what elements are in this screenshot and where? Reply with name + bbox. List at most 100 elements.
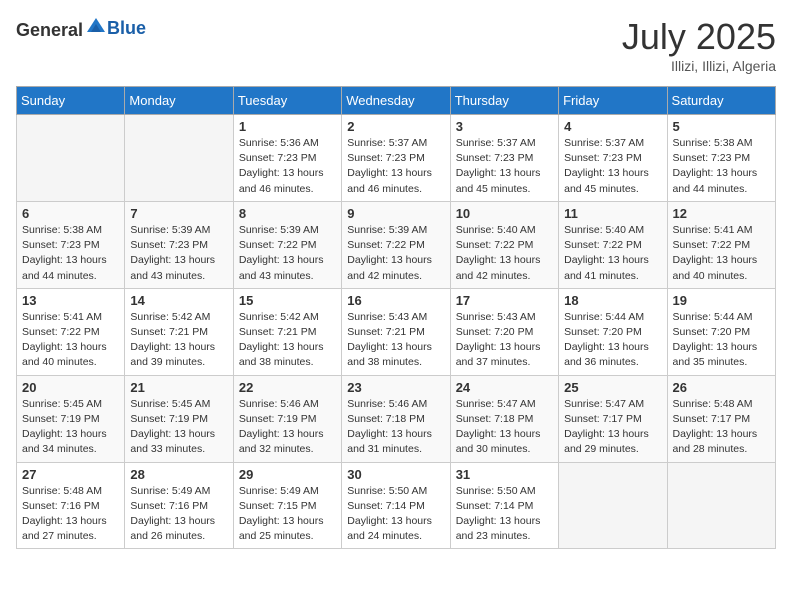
- day-number: 29: [239, 467, 336, 482]
- calendar-header-tuesday: Tuesday: [233, 87, 341, 115]
- calendar-cell: 9 Sunrise: 5:39 AM Sunset: 7:22 PM Daylig…: [342, 201, 450, 288]
- day-number: 5: [673, 119, 770, 134]
- day-number: 20: [22, 380, 119, 395]
- location: Illizi, Illizi, Algeria: [622, 58, 776, 74]
- day-info: Sunrise: 5:48 AM Sunset: 7:16 PM Dayligh…: [22, 484, 119, 545]
- calendar-table: SundayMondayTuesdayWednesdayThursdayFrid…: [16, 86, 776, 549]
- calendar-cell: 13 Sunrise: 5:41 AM Sunset: 7:22 PM Dayli…: [17, 288, 125, 375]
- day-info: Sunrise: 5:49 AM Sunset: 7:16 PM Dayligh…: [130, 484, 227, 545]
- calendar-cell: 25 Sunrise: 5:47 AM Sunset: 7:17 PM Dayli…: [559, 375, 667, 462]
- day-number: 23: [347, 380, 444, 395]
- day-info: Sunrise: 5:42 AM Sunset: 7:21 PM Dayligh…: [130, 310, 227, 371]
- day-info: Sunrise: 5:46 AM Sunset: 7:19 PM Dayligh…: [239, 397, 336, 458]
- day-info: Sunrise: 5:50 AM Sunset: 7:14 PM Dayligh…: [456, 484, 553, 545]
- calendar-cell: 10Sunrise: 5:40 AM Sunset: 7:22 PM Dayli…: [450, 201, 558, 288]
- calendar-week-row: 6Sunrise: 5:38 AM Sunset: 7:23 PM Daylig…: [17, 201, 776, 288]
- calendar-cell: [125, 115, 233, 202]
- day-number: 19: [673, 293, 770, 308]
- calendar-header-friday: Friday: [559, 87, 667, 115]
- day-number: 1: [239, 119, 336, 134]
- calendar-cell: 19 Sunrise: 5:44 AM Sunset: 7:20 PM Dayli…: [667, 288, 775, 375]
- day-info: Sunrise: 5:37 AM Sunset: 7:23 PM Dayligh…: [347, 136, 444, 197]
- day-number: 17: [456, 293, 553, 308]
- calendar-header-saturday: Saturday: [667, 87, 775, 115]
- day-number: 9: [347, 206, 444, 221]
- calendar-cell: 26 Sunrise: 5:48 AM Sunset: 7:17 PM Dayli…: [667, 375, 775, 462]
- day-number: 10: [456, 206, 553, 221]
- calendar-header-monday: Monday: [125, 87, 233, 115]
- title-block: July 2025 Illizi, Illizi, Algeria: [622, 16, 776, 74]
- day-info: Sunrise: 5:40 AM Sunset: 7:22 PM Dayligh…: [564, 223, 661, 284]
- calendar-cell: 2 Sunrise: 5:37 AM Sunset: 7:23 PM Daylig…: [342, 115, 450, 202]
- calendar-cell: 5 Sunrise: 5:38 AM Sunset: 7:23 PM Daylig…: [667, 115, 775, 202]
- day-number: 28: [130, 467, 227, 482]
- calendar-cell: 11 Sunrise: 5:40 AM Sunset: 7:22 PM Dayli…: [559, 201, 667, 288]
- day-info: Sunrise: 5:38 AM Sunset: 7:23 PM Dayligh…: [22, 223, 119, 284]
- calendar-cell: 14 Sunrise: 5:42 AM Sunset: 7:21 PM Dayli…: [125, 288, 233, 375]
- day-number: 22: [239, 380, 336, 395]
- calendar-week-row: 27Sunrise: 5:48 AM Sunset: 7:16 PM Dayli…: [17, 462, 776, 549]
- day-info: Sunrise: 5:38 AM Sunset: 7:23 PM Dayligh…: [673, 136, 770, 197]
- day-number: 13: [22, 293, 119, 308]
- day-number: 15: [239, 293, 336, 308]
- calendar-cell: [17, 115, 125, 202]
- day-number: 16: [347, 293, 444, 308]
- day-info: Sunrise: 5:48 AM Sunset: 7:17 PM Dayligh…: [673, 397, 770, 458]
- day-number: 2: [347, 119, 444, 134]
- day-info: Sunrise: 5:45 AM Sunset: 7:19 PM Dayligh…: [130, 397, 227, 458]
- day-number: 30: [347, 467, 444, 482]
- logo: General Blue: [16, 16, 146, 41]
- calendar-header-row: SundayMondayTuesdayWednesdayThursdayFrid…: [17, 87, 776, 115]
- day-info: Sunrise: 5:39 AM Sunset: 7:22 PM Dayligh…: [239, 223, 336, 284]
- day-info: Sunrise: 5:49 AM Sunset: 7:15 PM Dayligh…: [239, 484, 336, 545]
- calendar-week-row: 13 Sunrise: 5:41 AM Sunset: 7:22 PM Dayli…: [17, 288, 776, 375]
- calendar-cell: [667, 462, 775, 549]
- calendar-cell: 27Sunrise: 5:48 AM Sunset: 7:16 PM Dayli…: [17, 462, 125, 549]
- calendar-cell: 3Sunrise: 5:37 AM Sunset: 7:23 PM Daylig…: [450, 115, 558, 202]
- day-number: 14: [130, 293, 227, 308]
- day-info: Sunrise: 5:47 AM Sunset: 7:18 PM Dayligh…: [456, 397, 553, 458]
- calendar-cell: 18Sunrise: 5:44 AM Sunset: 7:20 PM Dayli…: [559, 288, 667, 375]
- calendar-week-row: 1Sunrise: 5:36 AM Sunset: 7:23 PM Daylig…: [17, 115, 776, 202]
- calendar-cell: 20 Sunrise: 5:45 AM Sunset: 7:19 PM Dayli…: [17, 375, 125, 462]
- day-number: 8: [239, 206, 336, 221]
- day-info: Sunrise: 5:39 AM Sunset: 7:22 PM Dayligh…: [347, 223, 444, 284]
- calendar-cell: 21 Sunrise: 5:45 AM Sunset: 7:19 PM Dayli…: [125, 375, 233, 462]
- calendar-cell: 29 Sunrise: 5:49 AM Sunset: 7:15 PM Dayli…: [233, 462, 341, 549]
- day-info: Sunrise: 5:44 AM Sunset: 7:20 PM Dayligh…: [673, 310, 770, 371]
- day-info: Sunrise: 5:47 AM Sunset: 7:17 PM Dayligh…: [564, 397, 661, 458]
- calendar-cell: 15Sunrise: 5:42 AM Sunset: 7:21 PM Dayli…: [233, 288, 341, 375]
- calendar-week-row: 20 Sunrise: 5:45 AM Sunset: 7:19 PM Dayli…: [17, 375, 776, 462]
- calendar-header-wednesday: Wednesday: [342, 87, 450, 115]
- day-number: 4: [564, 119, 661, 134]
- day-number: 26: [673, 380, 770, 395]
- day-number: 21: [130, 380, 227, 395]
- calendar-cell: 31Sunrise: 5:50 AM Sunset: 7:14 PM Dayli…: [450, 462, 558, 549]
- day-info: Sunrise: 5:46 AM Sunset: 7:18 PM Dayligh…: [347, 397, 444, 458]
- calendar-cell: 6Sunrise: 5:38 AM Sunset: 7:23 PM Daylig…: [17, 201, 125, 288]
- day-info: Sunrise: 5:45 AM Sunset: 7:19 PM Dayligh…: [22, 397, 119, 458]
- day-info: Sunrise: 5:39 AM Sunset: 7:23 PM Dayligh…: [130, 223, 227, 284]
- calendar-cell: 23 Sunrise: 5:46 AM Sunset: 7:18 PM Dayli…: [342, 375, 450, 462]
- logo-icon: [85, 14, 107, 36]
- day-number: 25: [564, 380, 661, 395]
- day-info: Sunrise: 5:43 AM Sunset: 7:20 PM Dayligh…: [456, 310, 553, 371]
- day-info: Sunrise: 5:41 AM Sunset: 7:22 PM Dayligh…: [22, 310, 119, 371]
- calendar-cell: 1Sunrise: 5:36 AM Sunset: 7:23 PM Daylig…: [233, 115, 341, 202]
- day-info: Sunrise: 5:37 AM Sunset: 7:23 PM Dayligh…: [456, 136, 553, 197]
- day-info: Sunrise: 5:44 AM Sunset: 7:20 PM Dayligh…: [564, 310, 661, 371]
- calendar-cell: [559, 462, 667, 549]
- day-number: 12: [673, 206, 770, 221]
- calendar-header-thursday: Thursday: [450, 87, 558, 115]
- calendar-header-sunday: Sunday: [17, 87, 125, 115]
- day-number: 11: [564, 206, 661, 221]
- logo-blue: Blue: [107, 18, 146, 38]
- calendar-cell: 28 Sunrise: 5:49 AM Sunset: 7:16 PM Dayli…: [125, 462, 233, 549]
- calendar-cell: 17 Sunrise: 5:43 AM Sunset: 7:20 PM Dayli…: [450, 288, 558, 375]
- page-header: General Blue July 2025 Illizi, Illizi, A…: [16, 16, 776, 74]
- day-info: Sunrise: 5:41 AM Sunset: 7:22 PM Dayligh…: [673, 223, 770, 284]
- day-number: 24: [456, 380, 553, 395]
- day-number: 7: [130, 206, 227, 221]
- calendar-cell: 4Sunrise: 5:37 AM Sunset: 7:23 PM Daylig…: [559, 115, 667, 202]
- month-title: July 2025: [622, 16, 776, 58]
